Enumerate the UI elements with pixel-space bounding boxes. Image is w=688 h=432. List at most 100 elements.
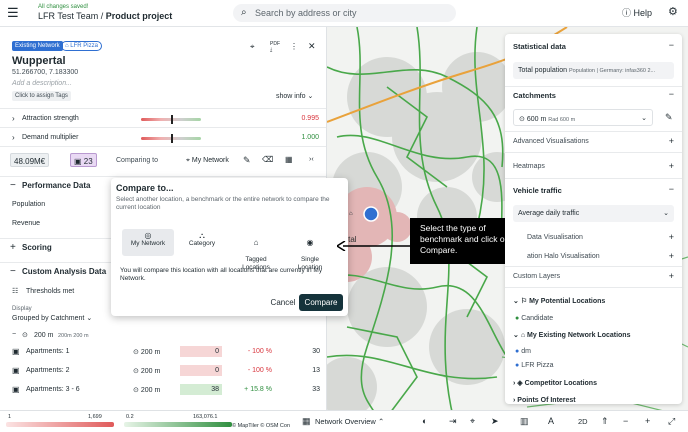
search-bar[interactable]: ⌕ Search by address or city bbox=[233, 4, 456, 22]
row-radius: ⊙ 200 m bbox=[133, 368, 161, 375]
demand-slider[interactable] bbox=[141, 134, 201, 143]
pdf-export-icon[interactable]: PDF ⤓ bbox=[270, 41, 280, 53]
edit-icon[interactable]: ✎ bbox=[243, 155, 251, 166]
table-row[interactable]: ▣ Apartments: 2 ⊙ 200 m 0 - 100 % 13 bbox=[0, 362, 326, 380]
route-tool-icon[interactable]: ⇥ bbox=[449, 416, 457, 427]
slider-handle[interactable] bbox=[171, 115, 173, 124]
thresholds-label: Thresholds met bbox=[26, 288, 75, 295]
poi-group[interactable]: › Points Of Interest bbox=[513, 397, 576, 404]
chevron-down-icon: ⌄ bbox=[513, 332, 519, 339]
close-icon[interactable]: ✕ bbox=[308, 41, 316, 52]
show-info-toggle[interactable]: show info ⌄ bbox=[276, 92, 313, 100]
edit-icon[interactable]: ✎ bbox=[665, 112, 673, 123]
route-icon[interactable]: ⌖ bbox=[250, 42, 255, 52]
chevron-up-icon: ⌃ bbox=[377, 417, 385, 426]
traffic-legend-bar bbox=[124, 422, 232, 427]
revenue-label: Revenue bbox=[12, 220, 41, 227]
zoom-out-icon[interactable]: − bbox=[623, 416, 628, 426]
lfr-item[interactable]: ● LFR Pizza bbox=[515, 362, 553, 369]
comparing-label: Comparing to bbox=[116, 157, 159, 164]
gear-icon[interactable]: ⚙ bbox=[668, 5, 678, 18]
assign-tags-button[interactable]: Click to assign Tags bbox=[12, 91, 71, 101]
display-dropdown[interactable]: Grouped by Catchment ⌄ bbox=[12, 314, 92, 322]
help-button[interactable]: ⓘ Help bbox=[622, 6, 652, 19]
map-style-icon[interactable]: ▥ bbox=[520, 416, 529, 427]
building-icon: ▣ bbox=[12, 366, 20, 375]
collapse-icon: − bbox=[10, 180, 16, 191]
collapse-icon[interactable]: − bbox=[12, 331, 16, 338]
catchment-selector[interactable]: ⊙ 600 m Rad 600 m ⌄ bbox=[513, 109, 653, 126]
candidate-item[interactable]: ● Candidate bbox=[515, 315, 553, 322]
search-input[interactable]: Search by address or city bbox=[255, 8, 357, 18]
add-icon[interactable]: + bbox=[669, 232, 674, 242]
option-single-location[interactable]: ◉ Single Location bbox=[284, 229, 336, 272]
attraction-slider[interactable] bbox=[141, 115, 201, 124]
option-tagged-locations[interactable]: ⌂ Tagged Locations bbox=[230, 229, 282, 272]
chevron-right-icon: › bbox=[513, 397, 516, 404]
dm-item[interactable]: ● dm bbox=[515, 348, 531, 355]
table-row[interactable]: ▣ Apartments: 3 - 6 ⊙ 200 m 38 + 15.8 % 33 bbox=[0, 381, 326, 399]
expand-plus-icon: + bbox=[10, 242, 16, 253]
brand-badge: ⌂ LFR Pizza bbox=[61, 41, 102, 51]
option-category[interactable]: ⛬ Category bbox=[176, 229, 228, 256]
contrast-icon[interactable]: ◐ bbox=[422, 416, 427, 426]
layers-panel: Statistical data − Total population Popu… bbox=[505, 34, 682, 404]
collapse-icon[interactable]: − bbox=[669, 40, 674, 50]
custom-layers-item[interactable]: Custom Layers bbox=[513, 273, 560, 280]
description-input[interactable]: Add a description... bbox=[12, 80, 72, 87]
text-size-icon[interactable]: A bbox=[548, 416, 554, 426]
traffic-selector[interactable]: Average daily traffic ⌄ bbox=[513, 205, 674, 222]
table-row[interactable]: ▣ Apartments: 1 ⊙ 200 m 0 - 100 % 30 bbox=[0, 343, 326, 361]
location-title: Wuppertal bbox=[12, 55, 66, 67]
compass-icon[interactable]: ⇑ bbox=[601, 416, 609, 427]
catchment-radius-icon: ⊙ bbox=[133, 387, 139, 394]
map-attribution[interactable]: © MapTiler © OSM Con bbox=[232, 423, 290, 429]
candidate-dot-icon: ● bbox=[515, 315, 520, 322]
locate-icon[interactable]: ⌖ bbox=[470, 416, 475, 427]
chevron-down-icon: ⌄ bbox=[513, 298, 519, 305]
comparing-target[interactable]: ⌖ My Network bbox=[186, 157, 229, 165]
view-mode-2d-button[interactable]: 2D bbox=[578, 417, 588, 426]
tag-icon: ⌂ bbox=[253, 238, 259, 247]
row-radius: ⊙ 200 m bbox=[133, 349, 161, 356]
breadcrumb-team[interactable]: LFR Test Team bbox=[38, 11, 98, 21]
breadcrumb-project[interactable]: Product project bbox=[106, 11, 173, 21]
add-icon[interactable]: + bbox=[669, 251, 674, 261]
zoom-in-icon[interactable]: + bbox=[645, 416, 650, 426]
expand-icon[interactable]: ›‹ bbox=[309, 156, 314, 163]
compare-button[interactable]: Compare bbox=[299, 294, 343, 311]
collapse-icon[interactable]: − bbox=[669, 184, 674, 194]
clear-compare-icon[interactable]: ⌫ bbox=[262, 155, 273, 164]
store-count-icon: ▣ bbox=[74, 157, 82, 166]
total-population-selector[interactable]: Total population Population | Germany: i… bbox=[513, 62, 674, 79]
add-icon[interactable]: + bbox=[669, 161, 674, 171]
existing-locations-group[interactable]: ⌄ ⌂ My Existing Network Locations bbox=[513, 331, 630, 339]
factor-row-demand[interactable]: › Demand multiplier 1.000 bbox=[0, 127, 326, 147]
modal-subtitle: Select another location, a benchmark or … bbox=[116, 196, 330, 211]
row-percent: - 100 % bbox=[247, 348, 272, 355]
search-icon: ⌕ bbox=[241, 7, 247, 18]
data-vis-item[interactable]: Data Visualisation bbox=[527, 234, 583, 241]
factor-row-attraction[interactable]: › Attraction strength 0.995 bbox=[0, 108, 326, 128]
halo-vis-item[interactable]: ation Halo Visualisation bbox=[527, 253, 600, 260]
row-count: 33 bbox=[312, 386, 320, 393]
hamburger-menu-icon[interactable]: ☰ bbox=[7, 6, 19, 19]
slider-handle[interactable] bbox=[171, 134, 173, 143]
add-icon[interactable]: + bbox=[669, 271, 674, 281]
heatmaps-item[interactable]: Heatmaps bbox=[513, 163, 545, 170]
advanced-vis-item[interactable]: Advanced Visualisations bbox=[513, 138, 589, 145]
cursor-icon[interactable]: ➤ bbox=[491, 416, 499, 427]
add-icon[interactable]: + bbox=[669, 136, 674, 146]
network-overview-button[interactable]: Network Overview ⌃ bbox=[315, 417, 384, 426]
potential-locations-group[interactable]: ⌄ ⚐ My Potential Locations bbox=[513, 297, 605, 305]
competitor-locations-group[interactable]: › ◈ Competitor Locations bbox=[513, 379, 597, 387]
fullscreen-icon[interactable]: ⤢ bbox=[668, 416, 675, 427]
table-view-icon[interactable]: ▦ bbox=[285, 155, 293, 164]
option-my-network[interactable]: ◎ My Network bbox=[122, 229, 174, 256]
more-options-icon[interactable]: ⋮ bbox=[290, 42, 298, 51]
modal-info: You will compare this location with all … bbox=[120, 267, 323, 282]
revenue-kpi: 48.09M€ bbox=[10, 153, 50, 167]
collapse-icon[interactable]: − bbox=[669, 89, 674, 99]
statistical-header: Statistical data bbox=[513, 42, 566, 51]
location-marker[interactable] bbox=[363, 206, 379, 222]
